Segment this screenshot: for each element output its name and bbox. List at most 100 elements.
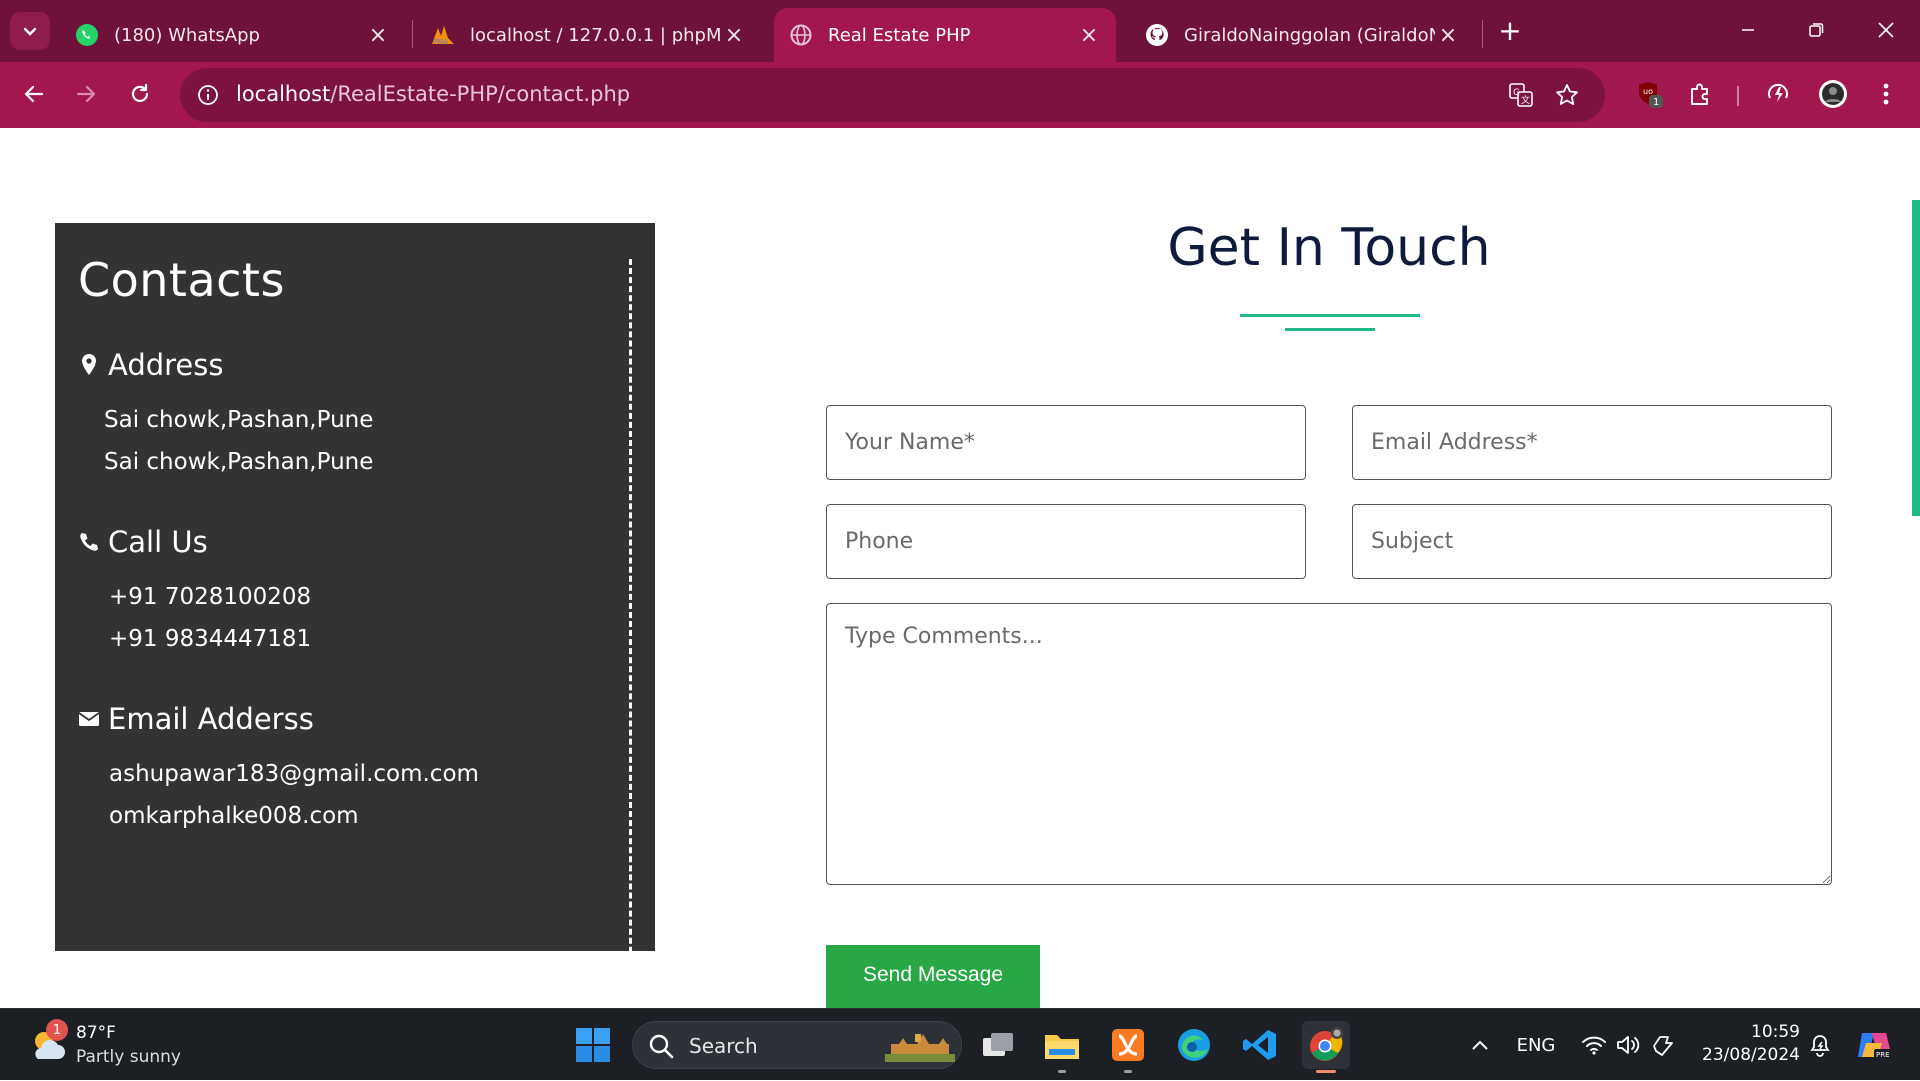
taskbar: 1 87°F Partly sunny Search ENG 10:59 23/… (0, 1008, 1920, 1080)
edge-icon (1178, 1029, 1210, 1061)
weather-temperature: 87°F (76, 1023, 116, 1043)
browser-tab-strip: (180) WhatsApp × PMA localhost / 127.0.0… (0, 0, 1920, 62)
email-address: omkarphalke008.com (109, 803, 359, 829)
site-info-icon[interactable] (194, 81, 222, 109)
extensions-puzzle-icon[interactable] (1682, 76, 1718, 112)
reload-button[interactable] (120, 74, 160, 114)
chevron-down-icon (23, 27, 37, 36)
email-address: ashupawar183@gmail.com.com (109, 761, 479, 787)
dashed-divider (629, 259, 632, 989)
xampp-icon (1112, 1029, 1144, 1061)
close-icon (1878, 22, 1894, 38)
toolbar-separator (1737, 86, 1739, 106)
volume-icon[interactable] (1612, 1009, 1644, 1081)
close-icon[interactable]: × (1435, 22, 1461, 48)
performance-icon[interactable] (1760, 76, 1796, 112)
copilot-icon[interactable]: PRE (1852, 1009, 1896, 1081)
task-view-icon (983, 1033, 1013, 1056)
tab-phpmyadmin[interactable]: PMA localhost / 127.0.0.1 | phpMyAd × (416, 8, 761, 62)
profile-avatar[interactable] (1815, 76, 1851, 112)
close-icon[interactable]: × (365, 22, 391, 48)
svg-text:uo: uo (1643, 87, 1653, 96)
title-underline (1240, 314, 1420, 317)
phone-number: +91 7028100208 (109, 584, 312, 610)
contacts-panel: Contacts Address Sai chowk,Pashan,Pune S… (55, 223, 655, 989)
restore-button[interactable] (1786, 10, 1846, 50)
minimize-button[interactable] (1718, 10, 1778, 50)
taskbar-search[interactable]: Search (632, 1021, 962, 1069)
contacts-title: Contacts (78, 253, 285, 307)
phone-number: +91 9834447181 (109, 626, 312, 652)
new-tab-button[interactable]: + (1494, 13, 1526, 47)
language-indicator[interactable]: ENG (1514, 1009, 1558, 1081)
vscode-button[interactable] (1236, 1021, 1284, 1069)
back-button[interactable] (14, 74, 54, 114)
chevron-up-icon (1472, 1040, 1488, 1050)
title-underline (1285, 328, 1375, 331)
file-explorer-button[interactable] (1038, 1021, 1086, 1073)
address-line: Sai chowk,Pashan,Pune (104, 407, 374, 433)
envelope-icon (78, 706, 100, 732)
comments-textarea[interactable] (826, 603, 1832, 885)
tab-search-button[interactable] (10, 12, 50, 50)
call-us-heading: Call Us (78, 525, 208, 559)
whatsapp-icon (74, 22, 100, 48)
address-heading: Address (78, 348, 224, 382)
show-hidden-icons-button[interactable] (1464, 1009, 1496, 1081)
bookmark-star-icon[interactable] (1552, 80, 1582, 110)
svg-text:PRE: PRE (1876, 1051, 1890, 1059)
close-window-button[interactable] (1856, 10, 1916, 50)
weather-widget[interactable]: 1 87°F Partly sunny (28, 1019, 218, 1071)
tab-real-estate-php[interactable]: Real Estate PHP × (774, 8, 1116, 62)
weather-condition: Partly sunny (76, 1047, 181, 1067)
edge-button[interactable] (1170, 1021, 1218, 1069)
browser-toolbar: localhost/RealEstate-PHP/contact.php G文 … (0, 62, 1920, 128)
minimize-icon (1742, 29, 1754, 31)
forward-button[interactable] (66, 74, 106, 114)
translate-icon[interactable]: G文 (1506, 80, 1536, 110)
start-button[interactable] (569, 1021, 617, 1069)
tab-title: localhost / 127.0.0.1 | phpMyAd (470, 24, 721, 46)
reload-icon (131, 83, 149, 102)
phone-input[interactable] (826, 504, 1306, 579)
restore-icon (1809, 23, 1824, 37)
folder-icon (1045, 1035, 1079, 1059)
subject-input[interactable] (1352, 504, 1832, 579)
plus-icon: + (1498, 13, 1522, 47)
tab-title: GiraldoNainggolan (GiraldoNai (1184, 24, 1435, 46)
running-indicator (1058, 1070, 1066, 1073)
github-icon (1144, 22, 1170, 48)
svg-text:文: 文 (1521, 94, 1530, 106)
running-indicator (1124, 1070, 1132, 1073)
close-icon[interactable]: × (721, 22, 747, 48)
clock[interactable]: 10:59 23/08/2024 (1700, 1021, 1800, 1067)
tab-whatsapp[interactable]: (180) WhatsApp × (60, 8, 405, 62)
more-menu-icon[interactable] (1868, 76, 1904, 112)
email-input[interactable] (1352, 405, 1832, 480)
url-text[interactable]: localhost/RealEstate-PHP/contact.php (236, 82, 630, 106)
search-label: Search (689, 1034, 758, 1058)
scrollbar[interactable] (1912, 200, 1920, 516)
map-pin-icon (78, 352, 100, 378)
send-message-button[interactable]: Send Message (826, 945, 1040, 1008)
phpmyadmin-icon: PMA (430, 22, 456, 48)
windows-logo-icon (576, 1028, 610, 1062)
close-icon[interactable]: × (1076, 22, 1102, 48)
task-view-button[interactable] (974, 1021, 1022, 1069)
running-indicator (1316, 1070, 1336, 1073)
xampp-button[interactable] (1104, 1021, 1152, 1073)
battery-icon[interactable] (1648, 1009, 1680, 1081)
address-bar[interactable]: localhost/RealEstate-PHP/contact.php G文 (180, 68, 1605, 122)
clock-date: 23/08/2024 (1702, 1045, 1800, 1065)
chrome-icon (1310, 1027, 1343, 1061)
clock-time: 10:59 (1751, 1022, 1800, 1042)
form-title: Get In Touch (1167, 218, 1491, 278)
chrome-button[interactable] (1302, 1021, 1350, 1073)
name-input[interactable] (826, 405, 1306, 480)
ublock-extension-icon[interactable]: uo 1 (1632, 76, 1668, 112)
address-line: Sai chowk,Pashan,Pune (104, 449, 374, 475)
arrow-left-icon (24, 85, 44, 103)
wifi-icon[interactable] (1578, 1009, 1610, 1081)
tab-github[interactable]: GiraldoNainggolan (GiraldoNai × (1130, 8, 1475, 62)
notifications-bell-icon[interactable] (1804, 1009, 1836, 1081)
